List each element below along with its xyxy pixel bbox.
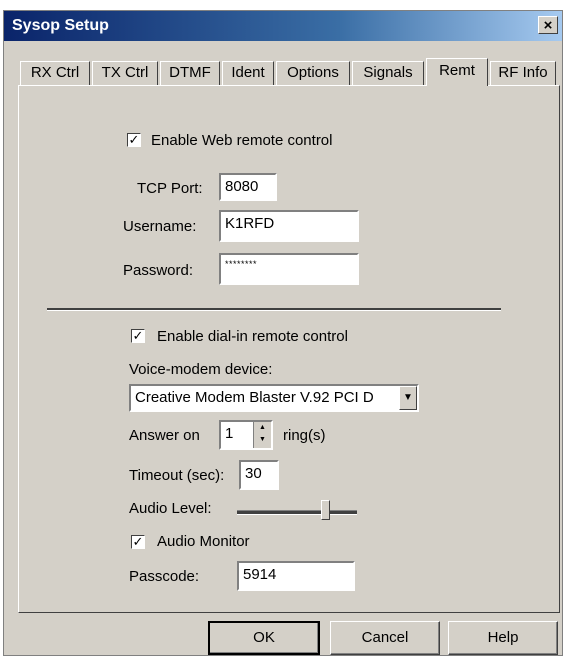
voice-modem-label: Voice-modem device:: [129, 361, 273, 378]
voice-modem-value: Creative Modem Blaster V.92 PCI D: [135, 389, 374, 406]
tab-options[interactable]: Options: [276, 61, 350, 85]
enable-web-remote-label: Enable Web remote control: [151, 132, 333, 149]
audio-level-label: Audio Level:: [129, 500, 212, 517]
title-bar[interactable]: Sysop Setup ×: [4, 11, 562, 41]
passcode-field[interactable]: 5914: [237, 561, 355, 591]
passcode-label: Passcode:: [129, 568, 200, 585]
enable-dialin-remote-checkbox[interactable]: ✓: [131, 329, 145, 343]
password-label: Password:: [123, 262, 194, 279]
tab-strip: RX Ctrl TX Ctrl DTMF Ident Options Signa…: [20, 58, 560, 86]
sysop-setup-dialog: Sysop Setup × RX Ctrl TX Ctrl DTMF Ident…: [3, 10, 563, 656]
answer-on-label: Answer on: [129, 427, 200, 444]
audio-monitor-label: Audio Monitor: [157, 533, 250, 550]
voice-modem-select[interactable]: Creative Modem Blaster V.92 PCI D ▼: [129, 384, 419, 412]
tab-tx-ctrl[interactable]: TX Ctrl: [92, 61, 158, 85]
tab-dtmf[interactable]: DTMF: [160, 61, 220, 85]
answer-on-spinbox[interactable]: 1 ▲ ▼: [219, 420, 273, 450]
tab-rx-ctrl[interactable]: RX Ctrl: [20, 61, 90, 85]
tab-ident[interactable]: Ident: [222, 61, 274, 85]
audio-monitor-checkbox[interactable]: ✓: [131, 535, 145, 549]
tcp-port-field[interactable]: 8080: [219, 173, 277, 201]
spin-buttons[interactable]: ▲ ▼: [253, 422, 271, 448]
window-title: Sysop Setup: [12, 17, 109, 34]
spin-down-icon[interactable]: ▼: [254, 434, 271, 446]
answer-on-value: 1: [225, 425, 234, 442]
audio-level-slider-track[interactable]: [237, 510, 357, 515]
audio-level-slider-thumb[interactable]: [321, 500, 330, 520]
tab-rf-info[interactable]: RF Info: [490, 61, 556, 85]
enable-dialin-remote-label: Enable dial-in remote control: [157, 328, 348, 345]
username-field[interactable]: K1RFD: [219, 210, 359, 242]
spin-up-icon[interactable]: ▲: [254, 422, 271, 434]
help-button[interactable]: Help: [448, 621, 558, 655]
rings-label: ring(s): [283, 427, 326, 444]
ok-button[interactable]: OK: [208, 621, 320, 655]
close-button[interactable]: ×: [538, 16, 558, 34]
tcp-port-label: TCP Port:: [137, 180, 203, 197]
timeout-field[interactable]: 30: [239, 460, 279, 490]
dropdown-arrow-icon[interactable]: ▼: [399, 386, 417, 410]
remt-tab-panel: ✓ Enable Web remote control TCP Port: 80…: [18, 85, 560, 613]
username-label: Username:: [123, 218, 197, 235]
tab-remt[interactable]: Remt: [426, 58, 488, 86]
tab-signals[interactable]: Signals: [352, 61, 424, 85]
section-divider: [47, 308, 501, 311]
timeout-label: Timeout (sec):: [129, 467, 225, 484]
password-field[interactable]: ********: [219, 253, 359, 285]
cancel-button[interactable]: Cancel: [330, 621, 440, 655]
enable-web-remote-checkbox[interactable]: ✓: [127, 133, 141, 147]
